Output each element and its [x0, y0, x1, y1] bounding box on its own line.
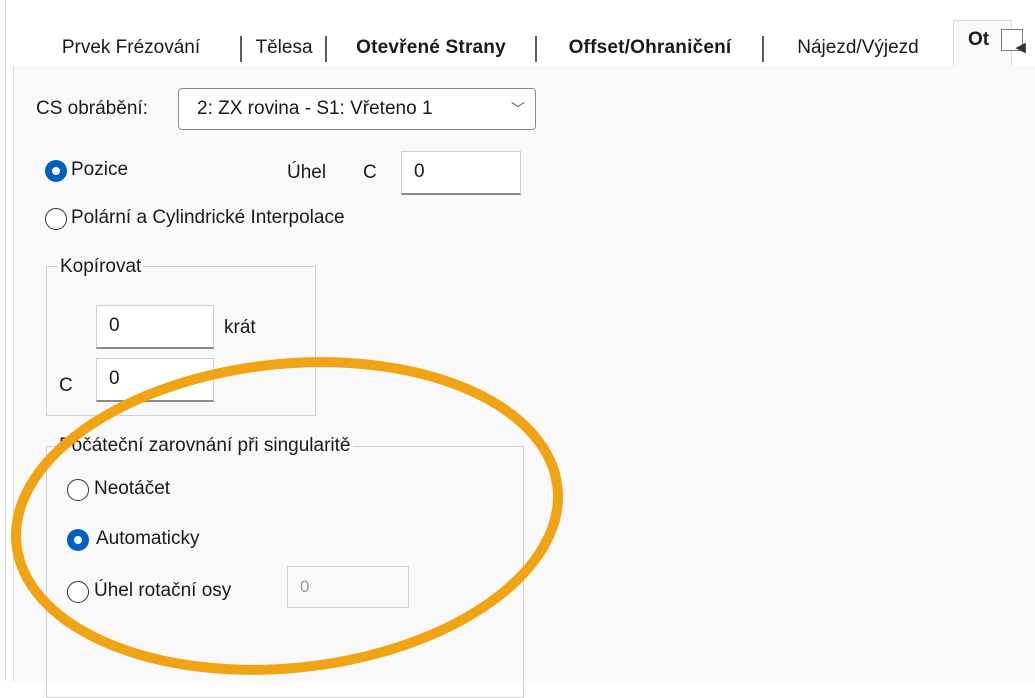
highlight-ellipse: [11, 357, 563, 675]
highlight-ellipse-overlay: [11, 357, 563, 675]
